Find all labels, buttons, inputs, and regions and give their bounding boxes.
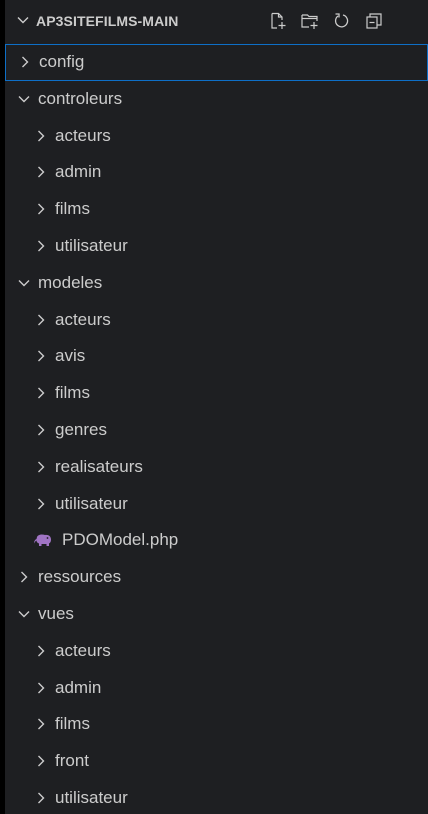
folder-label: films: [55, 383, 90, 403]
chevron-right-icon[interactable]: [34, 497, 48, 511]
folder-label: acteurs: [55, 125, 111, 145]
folder-label: films: [55, 199, 90, 219]
new-folder-icon[interactable]: [299, 10, 321, 32]
tree-folder-item[interactable]: admin: [5, 154, 428, 191]
folder-label: controleurs: [38, 88, 123, 108]
explorer-title: AP3SITEFILMS-MAIN: [36, 13, 179, 29]
chevron-right-icon[interactable]: [34, 313, 48, 327]
folder-label: front: [55, 751, 90, 771]
chevron-down-icon[interactable]: [17, 276, 31, 290]
tree-folder-item[interactable]: films: [5, 706, 428, 743]
refresh-icon[interactable]: [331, 10, 353, 32]
tree-folder-item[interactable]: avis: [5, 338, 428, 375]
tree-folder-item[interactable]: acteurs: [5, 302, 428, 339]
tree-folder-item[interactable]: genres: [5, 412, 428, 449]
tree-file-item[interactable]: PDOModel.php: [5, 522, 428, 559]
chevron-right-icon[interactable]: [34, 239, 48, 253]
explorer-actions: [267, 10, 385, 32]
chevron-down-icon[interactable]: [15, 12, 31, 28]
chevron-right-icon[interactable]: [34, 644, 48, 658]
chevron-right-icon[interactable]: [17, 570, 31, 584]
tree-folder-item[interactable]: front: [5, 743, 428, 780]
chevron-right-icon[interactable]: [34, 460, 48, 474]
folder-label: acteurs: [55, 640, 111, 660]
folder-label: admin: [55, 677, 102, 697]
tree-folder-item[interactable]: vues: [5, 596, 428, 633]
chevron-right-icon[interactable]: [34, 791, 48, 805]
chevron-right-icon[interactable]: [34, 423, 48, 437]
folder-label: films: [55, 714, 90, 734]
new-file-icon[interactable]: [267, 10, 289, 32]
tree-folder-item[interactable]: films: [5, 191, 428, 228]
chevron-down-icon[interactable]: [17, 607, 31, 621]
file-explorer-panel: AP3SITEFILMS-MAIN config controleurs act…: [5, 0, 428, 814]
folder-label: modeles: [38, 272, 103, 292]
tree-folder-item[interactable]: acteurs: [5, 633, 428, 670]
chevron-right-icon[interactable]: [34, 681, 48, 695]
php-elephant-icon: [34, 534, 51, 547]
chevron-right-icon[interactable]: [34, 165, 48, 179]
file-tree: config controleurs acteurs admin films utilis…: [5, 44, 428, 814]
folder-label: utilisateur: [55, 493, 128, 513]
chevron-right-icon[interactable]: [34, 202, 48, 216]
tree-folder-item[interactable]: controleurs: [5, 81, 428, 118]
chevron-right-icon[interactable]: [34, 129, 48, 143]
chevron-right-icon[interactable]: [34, 386, 48, 400]
file-label: PDOModel.php: [62, 530, 179, 550]
folder-label: utilisateur: [55, 787, 128, 807]
folder-label: utilisateur: [55, 235, 128, 255]
tree-folder-item[interactable]: realisateurs: [5, 449, 428, 486]
collapse-all-icon[interactable]: [363, 10, 385, 32]
chevron-right-icon[interactable]: [34, 754, 48, 768]
chevron-down-icon[interactable]: [17, 92, 31, 106]
folder-label: config: [39, 52, 85, 71]
chevron-right-icon[interactable]: [34, 349, 48, 363]
tree-folder-item[interactable]: utilisateur: [5, 486, 428, 523]
chevron-right-icon[interactable]: [34, 717, 48, 731]
tree-folder-item[interactable]: utilisateur: [5, 780, 428, 814]
folder-label: ressources: [38, 567, 122, 587]
folder-label: avis: [55, 346, 86, 366]
folder-label: acteurs: [55, 309, 111, 329]
tree-folder-item[interactable]: config: [5, 44, 428, 81]
tree-folder-item[interactable]: modeles: [5, 265, 428, 302]
folder-label: genres: [55, 419, 107, 439]
tree-folder-item[interactable]: films: [5, 375, 428, 412]
folder-label: realisateurs: [55, 456, 143, 476]
tree-folder-item[interactable]: ressources: [5, 559, 428, 596]
tree-folder-item[interactable]: acteurs: [5, 118, 428, 155]
explorer-header[interactable]: AP3SITEFILMS-MAIN: [5, 0, 428, 40]
tree-folder-item[interactable]: utilisateur: [5, 228, 428, 265]
chevron-right-icon[interactable]: [18, 55, 32, 69]
folder-label: admin: [55, 162, 102, 182]
tree-folder-item[interactable]: admin: [5, 670, 428, 707]
folder-label: vues: [38, 603, 74, 623]
